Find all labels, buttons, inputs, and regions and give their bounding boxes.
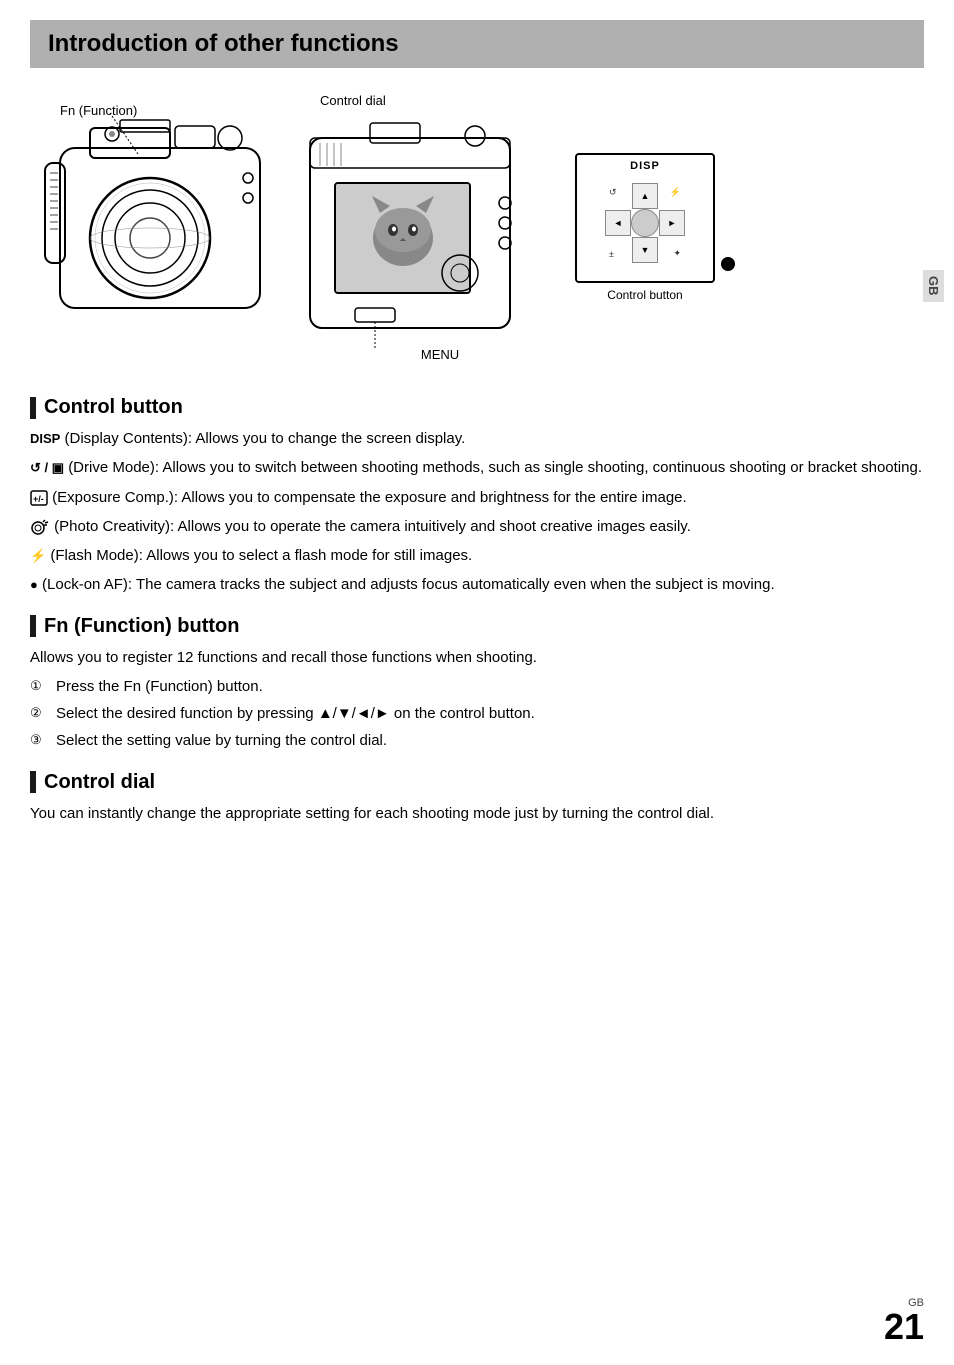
camera-back-svg (290, 118, 550, 358)
control-button-label-text: Control button (575, 288, 715, 302)
fn-intro: Allows you to register 12 functions and … (30, 646, 924, 669)
page-container: Introduction of other functions GB Fn (F… (0, 20, 954, 1365)
gb-side-label: GB (923, 270, 944, 302)
drive-mode-icon: ↺ / ▣ (30, 458, 64, 478)
dpad-right: ► (659, 210, 685, 236)
disp-label: DISP (630, 160, 660, 172)
camera-back-diagram: MENU (290, 118, 570, 362)
page-header: Introduction of other functions (30, 20, 924, 68)
fn-steps-list: ① Press the Fn (Function) button. ② Sele… (30, 675, 924, 753)
disp-icon: DISP (30, 429, 60, 449)
section-bar-3 (30, 771, 36, 793)
control-dial-label: Control dial (320, 93, 386, 108)
dpad-drive-icon: ↺ (609, 187, 617, 198)
dpad-center (631, 209, 659, 237)
ev-svg: +/- (30, 490, 48, 506)
camera-left-svg (30, 88, 290, 348)
lock-on-icon: ● (30, 575, 38, 595)
fn-button-section-title: Fn (Function) button (30, 615, 924, 638)
section-bar-2 (30, 615, 36, 637)
page-number: 21 (884, 1309, 924, 1345)
ev-icon: +/- (30, 488, 48, 508)
control-button-section-title: Control button (30, 396, 924, 419)
fn-step-1: ① Press the Fn (Function) button. (30, 675, 924, 698)
photo-creativity-icon (30, 517, 50, 537)
control-panel-box: DISP ▲ ▼ ◄ ► ↺ ⚡ ± ✦ (575, 153, 715, 283)
dpad: ▲ ▼ ◄ ► ↺ ⚡ ± ✦ (605, 183, 685, 263)
cb-item-1: DISP (Display Contents): Allows you to c… (30, 427, 924, 450)
lock-on-dot (721, 257, 735, 271)
dpad-ev-icon: ± (609, 249, 614, 259)
dpad-up: ▲ (632, 183, 658, 209)
fn-label: Fn (Function) (60, 103, 137, 118)
cb-item-2: ↺ / ▣ (Drive Mode): Allows you to switch… (30, 456, 924, 479)
camera-left-diagram (30, 88, 310, 352)
cb-item-3: +/- (Exposure Comp.): Allows you to comp… (30, 486, 924, 509)
control-dial-text: You can instantly change the appropriate… (30, 802, 924, 825)
dpad-flash-icon: ⚡ (670, 187, 681, 198)
dpad-photo-icon: ✦ (673, 248, 681, 259)
page-title: Introduction of other functions (48, 30, 906, 58)
control-button-body: DISP (Display Contents): Allows you to c… (30, 427, 924, 597)
section-bar-1 (30, 397, 36, 419)
dpad-left: ◄ (605, 210, 631, 236)
control-dial-body: You can instantly change the appropriate… (30, 802, 924, 825)
photo-creativity-svg (30, 519, 50, 535)
flash-icon: ⚡ (30, 546, 46, 566)
control-panel-area: DISP ▲ ▼ ◄ ► ↺ ⚡ ± ✦ Control button (575, 143, 715, 302)
cb-item-4: (Photo Creativity): Allows you to operat… (30, 515, 924, 538)
control-dial-section-title: Control dial (30, 771, 924, 794)
diagram-area: Fn (Function) Control dial (30, 88, 924, 378)
cb-item-6: ● (Lock-on AF): The camera tracks the su… (30, 573, 924, 596)
dpad-down: ▼ (632, 237, 658, 263)
fn-step-2: ② Select the desired function by pressin… (30, 702, 924, 725)
page-number-area: GB 21 (884, 1297, 924, 1345)
svg-text:+/-: +/- (33, 494, 44, 504)
fn-button-body: Allows you to register 12 functions and … (30, 646, 924, 753)
main-content: Control button DISP (Display Contents): … (30, 396, 924, 825)
cb-item-5: ⚡ (Flash Mode): Allows you to select a f… (30, 544, 924, 567)
fn-step-3: ③ Select the setting value by turning th… (30, 729, 924, 752)
